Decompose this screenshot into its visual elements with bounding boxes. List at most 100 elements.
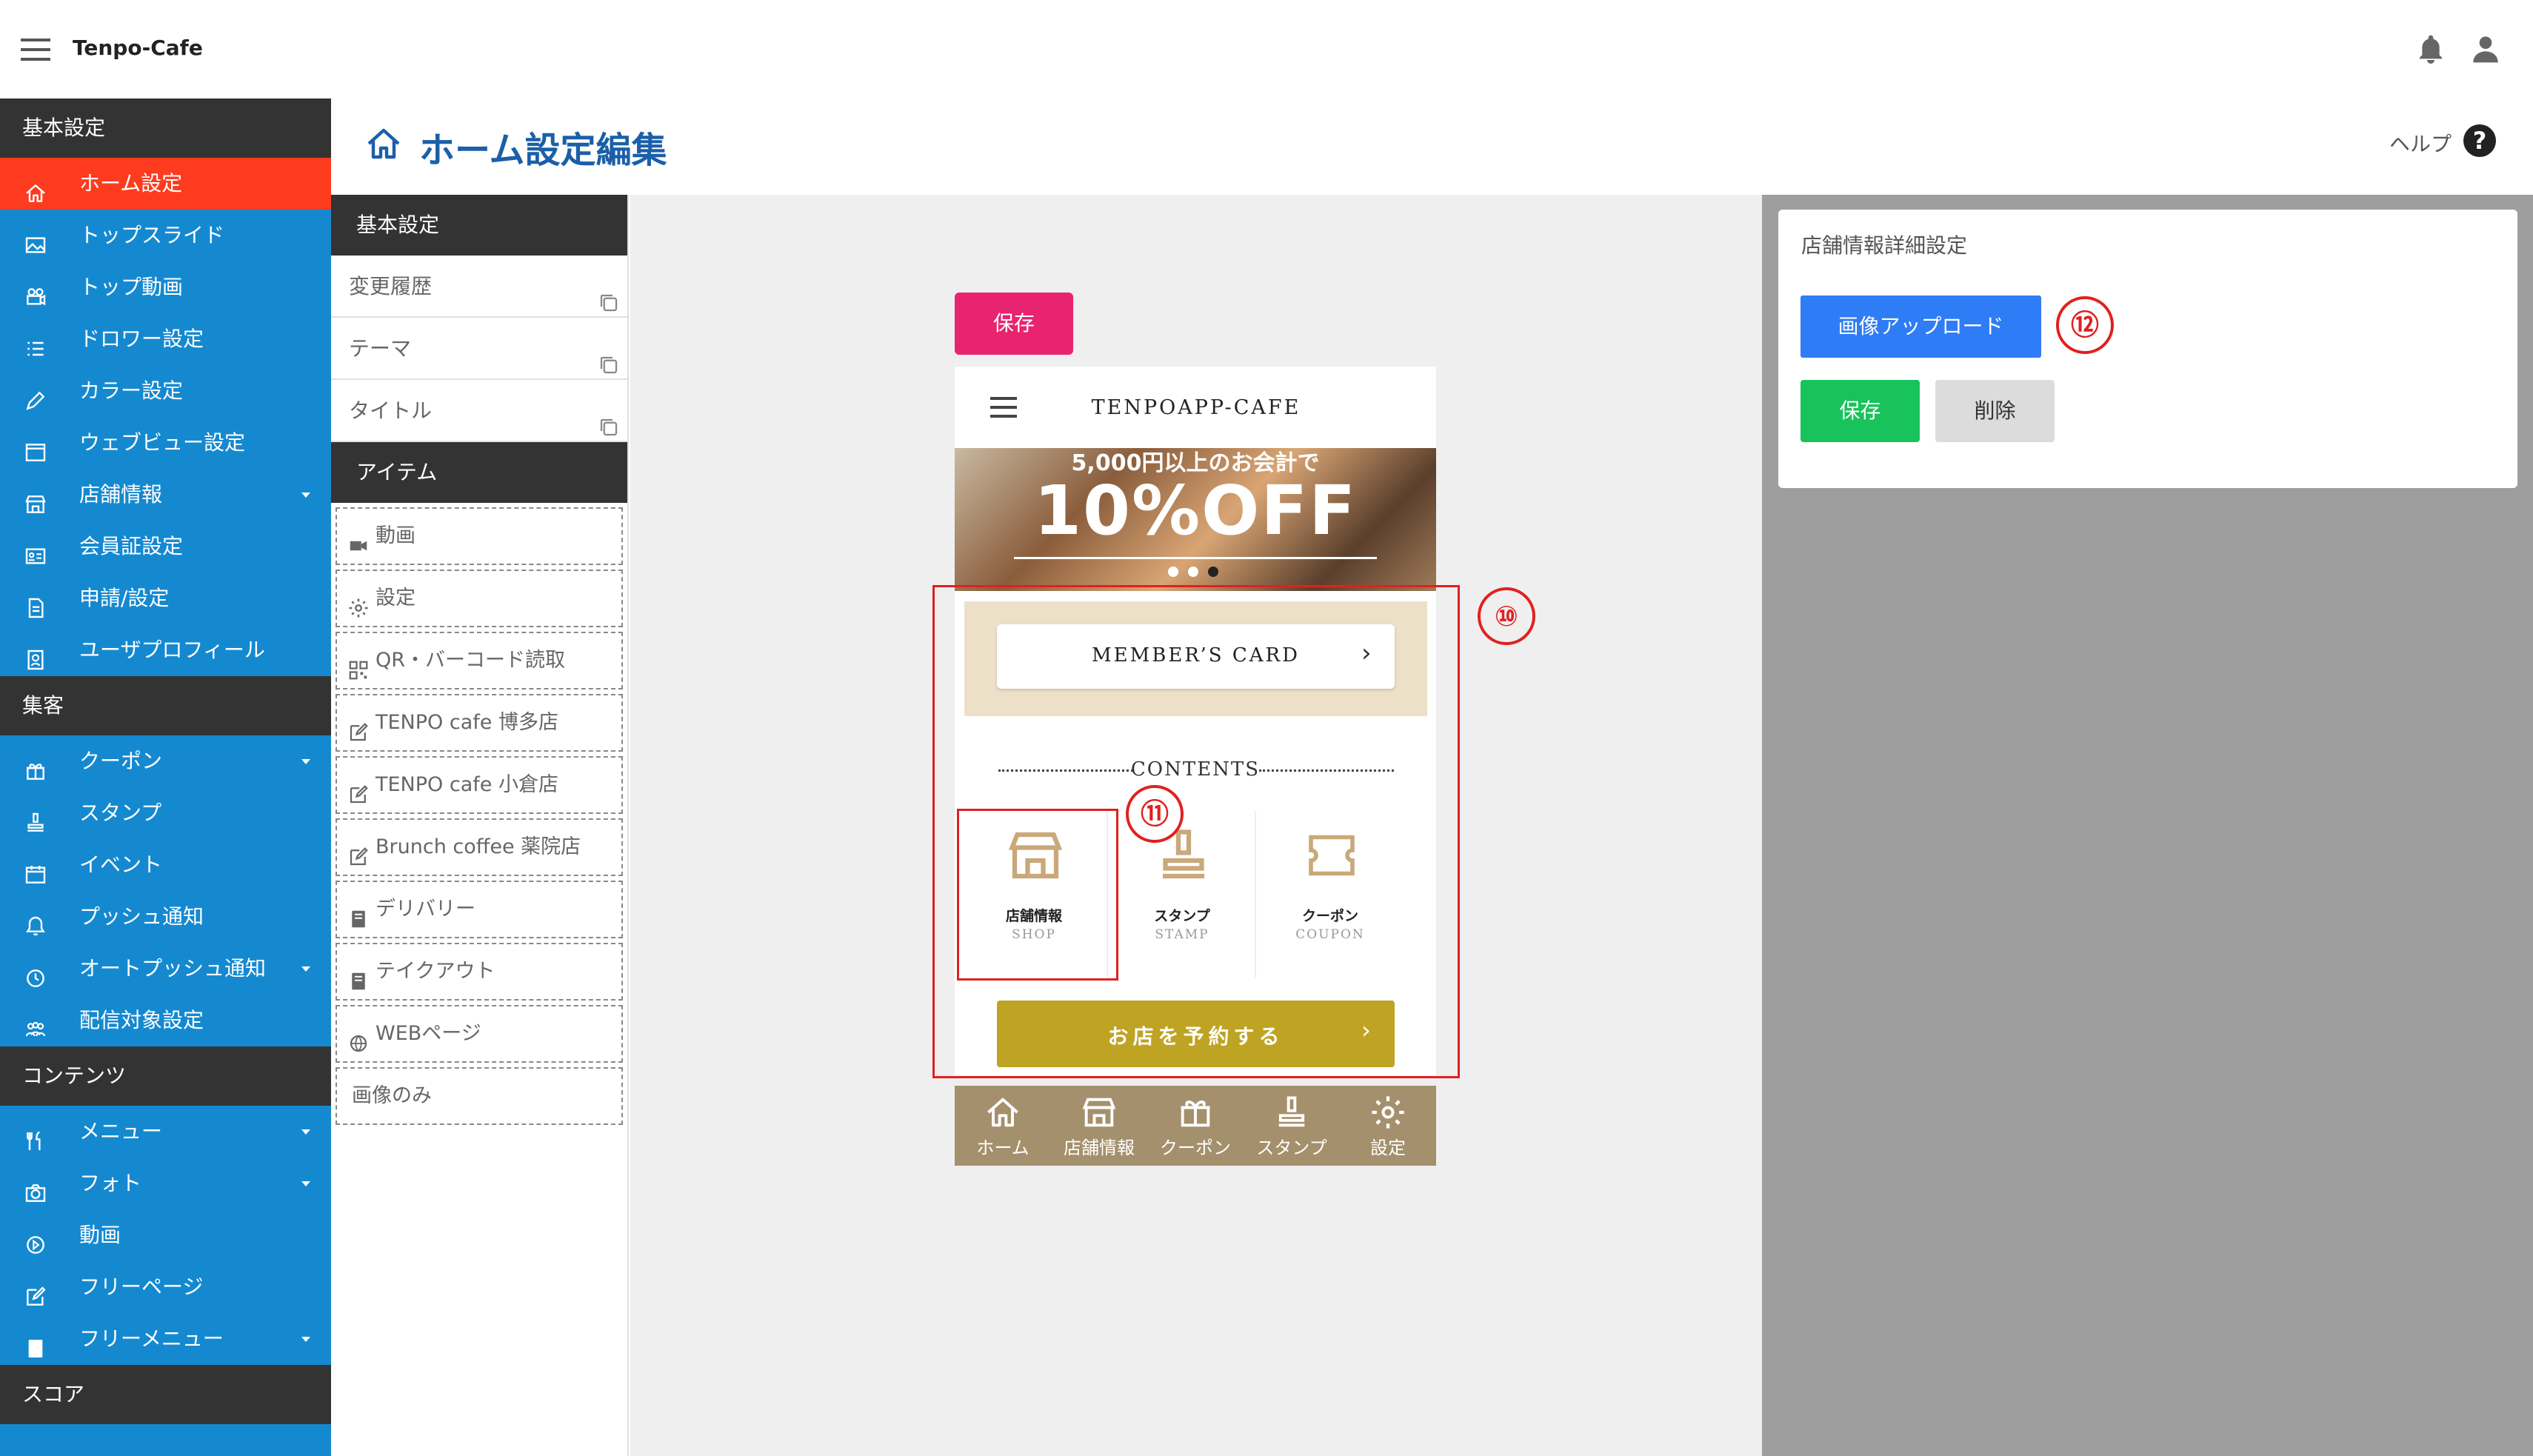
slide-dot[interactable]	[1168, 567, 1178, 577]
hamburger-menu-icon[interactable]	[21, 39, 50, 61]
item-block[interactable]: デリバリー	[336, 881, 623, 938]
sidebar: 基本設定 ホーム設定 トップスライド トップ動画 ドロワー設定 カラー設定 ウェブビュー設定…	[0, 98, 331, 1456]
phone-tab[interactable]: クーポン	[1147, 1090, 1244, 1164]
sidebar-item[interactable]: フリーページ	[0, 1261, 331, 1313]
qr-icon	[347, 648, 370, 679]
book-icon	[347, 959, 370, 989]
detail-save-button[interactable]: 保存	[1801, 380, 1920, 442]
sidebar-item[interactable]: 会員証設定	[0, 521, 331, 572]
help-link[interactable]: ヘルプ	[2389, 128, 2452, 158]
settings-row[interactable]: 変更履歴	[331, 256, 627, 318]
list-icon	[24, 328, 49, 356]
copy-icon[interactable]	[598, 338, 620, 374]
caret-down-icon[interactable]	[301, 1181, 310, 1186]
gift-icon	[1147, 1093, 1244, 1132]
copy-icon[interactable]	[598, 401, 620, 436]
sidebar-section-header: コンテンツ	[0, 1046, 331, 1106]
play-icon	[24, 1224, 49, 1254]
detail-delete-button[interactable]: 削除	[1935, 380, 2055, 442]
sidebar-section-header: スコア	[0, 1365, 331, 1424]
home-icon	[364, 126, 403, 164]
item-block[interactable]: 画像のみ	[336, 1067, 623, 1125]
save-button[interactable]: 保存	[955, 293, 1073, 355]
slide-underline	[1014, 557, 1377, 559]
sidebar-item[interactable]: 配信対象設定	[0, 995, 331, 1046]
item-block-label: QR・バーコード読取	[376, 649, 566, 672]
camera-icon	[24, 1172, 49, 1202]
sidebar-item[interactable]: プッシュ通知	[0, 891, 331, 943]
user-account-icon[interactable]	[2471, 33, 2500, 68]
phone-tab[interactable]: 設定	[1340, 1090, 1436, 1164]
phone-tab[interactable]: ホーム	[955, 1090, 1051, 1164]
edit-icon	[347, 835, 370, 865]
store-icon	[1051, 1093, 1147, 1132]
copy-icon[interactable]	[598, 276, 620, 312]
phone-menu-icon[interactable]	[990, 397, 1017, 418]
sidebar-item[interactable]: スタンプ	[0, 787, 331, 839]
clock-icon	[24, 958, 49, 987]
sidebar-item[interactable]: ユーザプロフィール	[0, 624, 331, 676]
settings-row[interactable]: タイトル	[331, 380, 627, 442]
sidebar-item[interactable]: ホーム設定	[0, 158, 331, 210]
edit-icon	[347, 772, 370, 803]
sidebar-item[interactable]: トップ動画	[0, 261, 331, 313]
sidebar-item[interactable]: ウェブビュー設定	[0, 417, 331, 469]
sidebar-item-label: イベント	[79, 852, 163, 877]
sidebar-item[interactable]: フォト	[0, 1158, 331, 1209]
item-block[interactable]: テイクアウト	[336, 943, 623, 1001]
settings-row[interactable]: テーマ	[331, 318, 627, 380]
item-block[interactable]: TENPO cafe 博多店	[336, 694, 623, 752]
item-block[interactable]: Brunch coffee 薬院店	[336, 818, 623, 876]
phone-title: TENPOAPP-CAFE	[1091, 396, 1301, 419]
sidebar-item[interactable]: トップスライド	[0, 210, 331, 261]
stamp-icon	[24, 802, 49, 832]
sidebar-item[interactable]: オートプッシュ通知	[0, 943, 331, 995]
caret-down-icon[interactable]	[301, 759, 310, 764]
sidebar-item-label: ユーザプロフィール	[79, 638, 265, 662]
sidebar-item[interactable]: クーポン	[0, 735, 331, 787]
sidebar-item-label: トップ動画	[79, 275, 184, 299]
caret-down-icon[interactable]	[301, 966, 310, 972]
sidebar-item-label: 店舗情報	[79, 482, 163, 507]
caret-down-icon[interactable]	[301, 1129, 310, 1135]
sidebar-item[interactable]: メニュー	[0, 1106, 331, 1158]
slide-dot[interactable]	[1208, 567, 1218, 577]
notification-bell-icon[interactable]	[2416, 33, 2446, 68]
item-block[interactable]: 設定	[336, 570, 623, 627]
home-icon	[24, 173, 49, 202]
pen-icon	[24, 380, 49, 410]
item-block[interactable]: TENPO cafe 小倉店	[336, 756, 623, 814]
caret-down-icon[interactable]	[301, 1337, 310, 1342]
sidebar-item[interactable]: フリーメニュー	[0, 1313, 331, 1365]
image-upload-button[interactable]: 画像アップロード	[1801, 295, 2041, 358]
item-block[interactable]: WEBページ	[336, 1005, 623, 1063]
sidebar-item-label: クーポン	[79, 749, 163, 773]
caret-down-icon[interactable]	[301, 492, 310, 498]
item-block-label: TENPO cafe 博多店	[376, 711, 558, 734]
edit-icon	[347, 710, 370, 741]
store-icon	[24, 484, 49, 513]
item-block-label: 画像のみ	[352, 1084, 432, 1107]
sidebar-item-label: ホーム設定	[79, 171, 183, 196]
phone-tab-label: 店舗情報	[1064, 1138, 1135, 1158]
item-block[interactable]: 動画	[336, 507, 623, 565]
stamp-icon	[1244, 1093, 1340, 1132]
sidebar-item[interactable]: 動画	[0, 1209, 331, 1261]
sidebar-item[interactable]: カラー設定	[0, 365, 331, 417]
bell-icon	[24, 906, 49, 935]
sidebar-item[interactable]: 店舗情報	[0, 469, 331, 521]
annotation-box-11	[957, 809, 1118, 981]
edit-icon	[24, 1276, 49, 1306]
sidebar-item[interactable]: 申請/設定	[0, 572, 331, 624]
item-block-label: Brunch coffee 薬院店	[376, 835, 581, 858]
image-icon	[24, 224, 49, 253]
sidebar-item[interactable]: イベント	[0, 839, 331, 891]
item-block[interactable]: QR・バーコード読取	[336, 632, 623, 689]
phone-tab[interactable]: 店舗情報	[1051, 1090, 1147, 1164]
help-icon[interactable]: ?	[2463, 124, 2496, 157]
sidebar-item[interactable]: ドロワー設定	[0, 313, 331, 365]
phone-tab[interactable]: スタンプ	[1244, 1090, 1340, 1164]
app-title: Tenpo-Cafe	[73, 36, 203, 60]
slide-dot[interactable]	[1188, 567, 1198, 577]
browser-icon	[24, 432, 49, 461]
